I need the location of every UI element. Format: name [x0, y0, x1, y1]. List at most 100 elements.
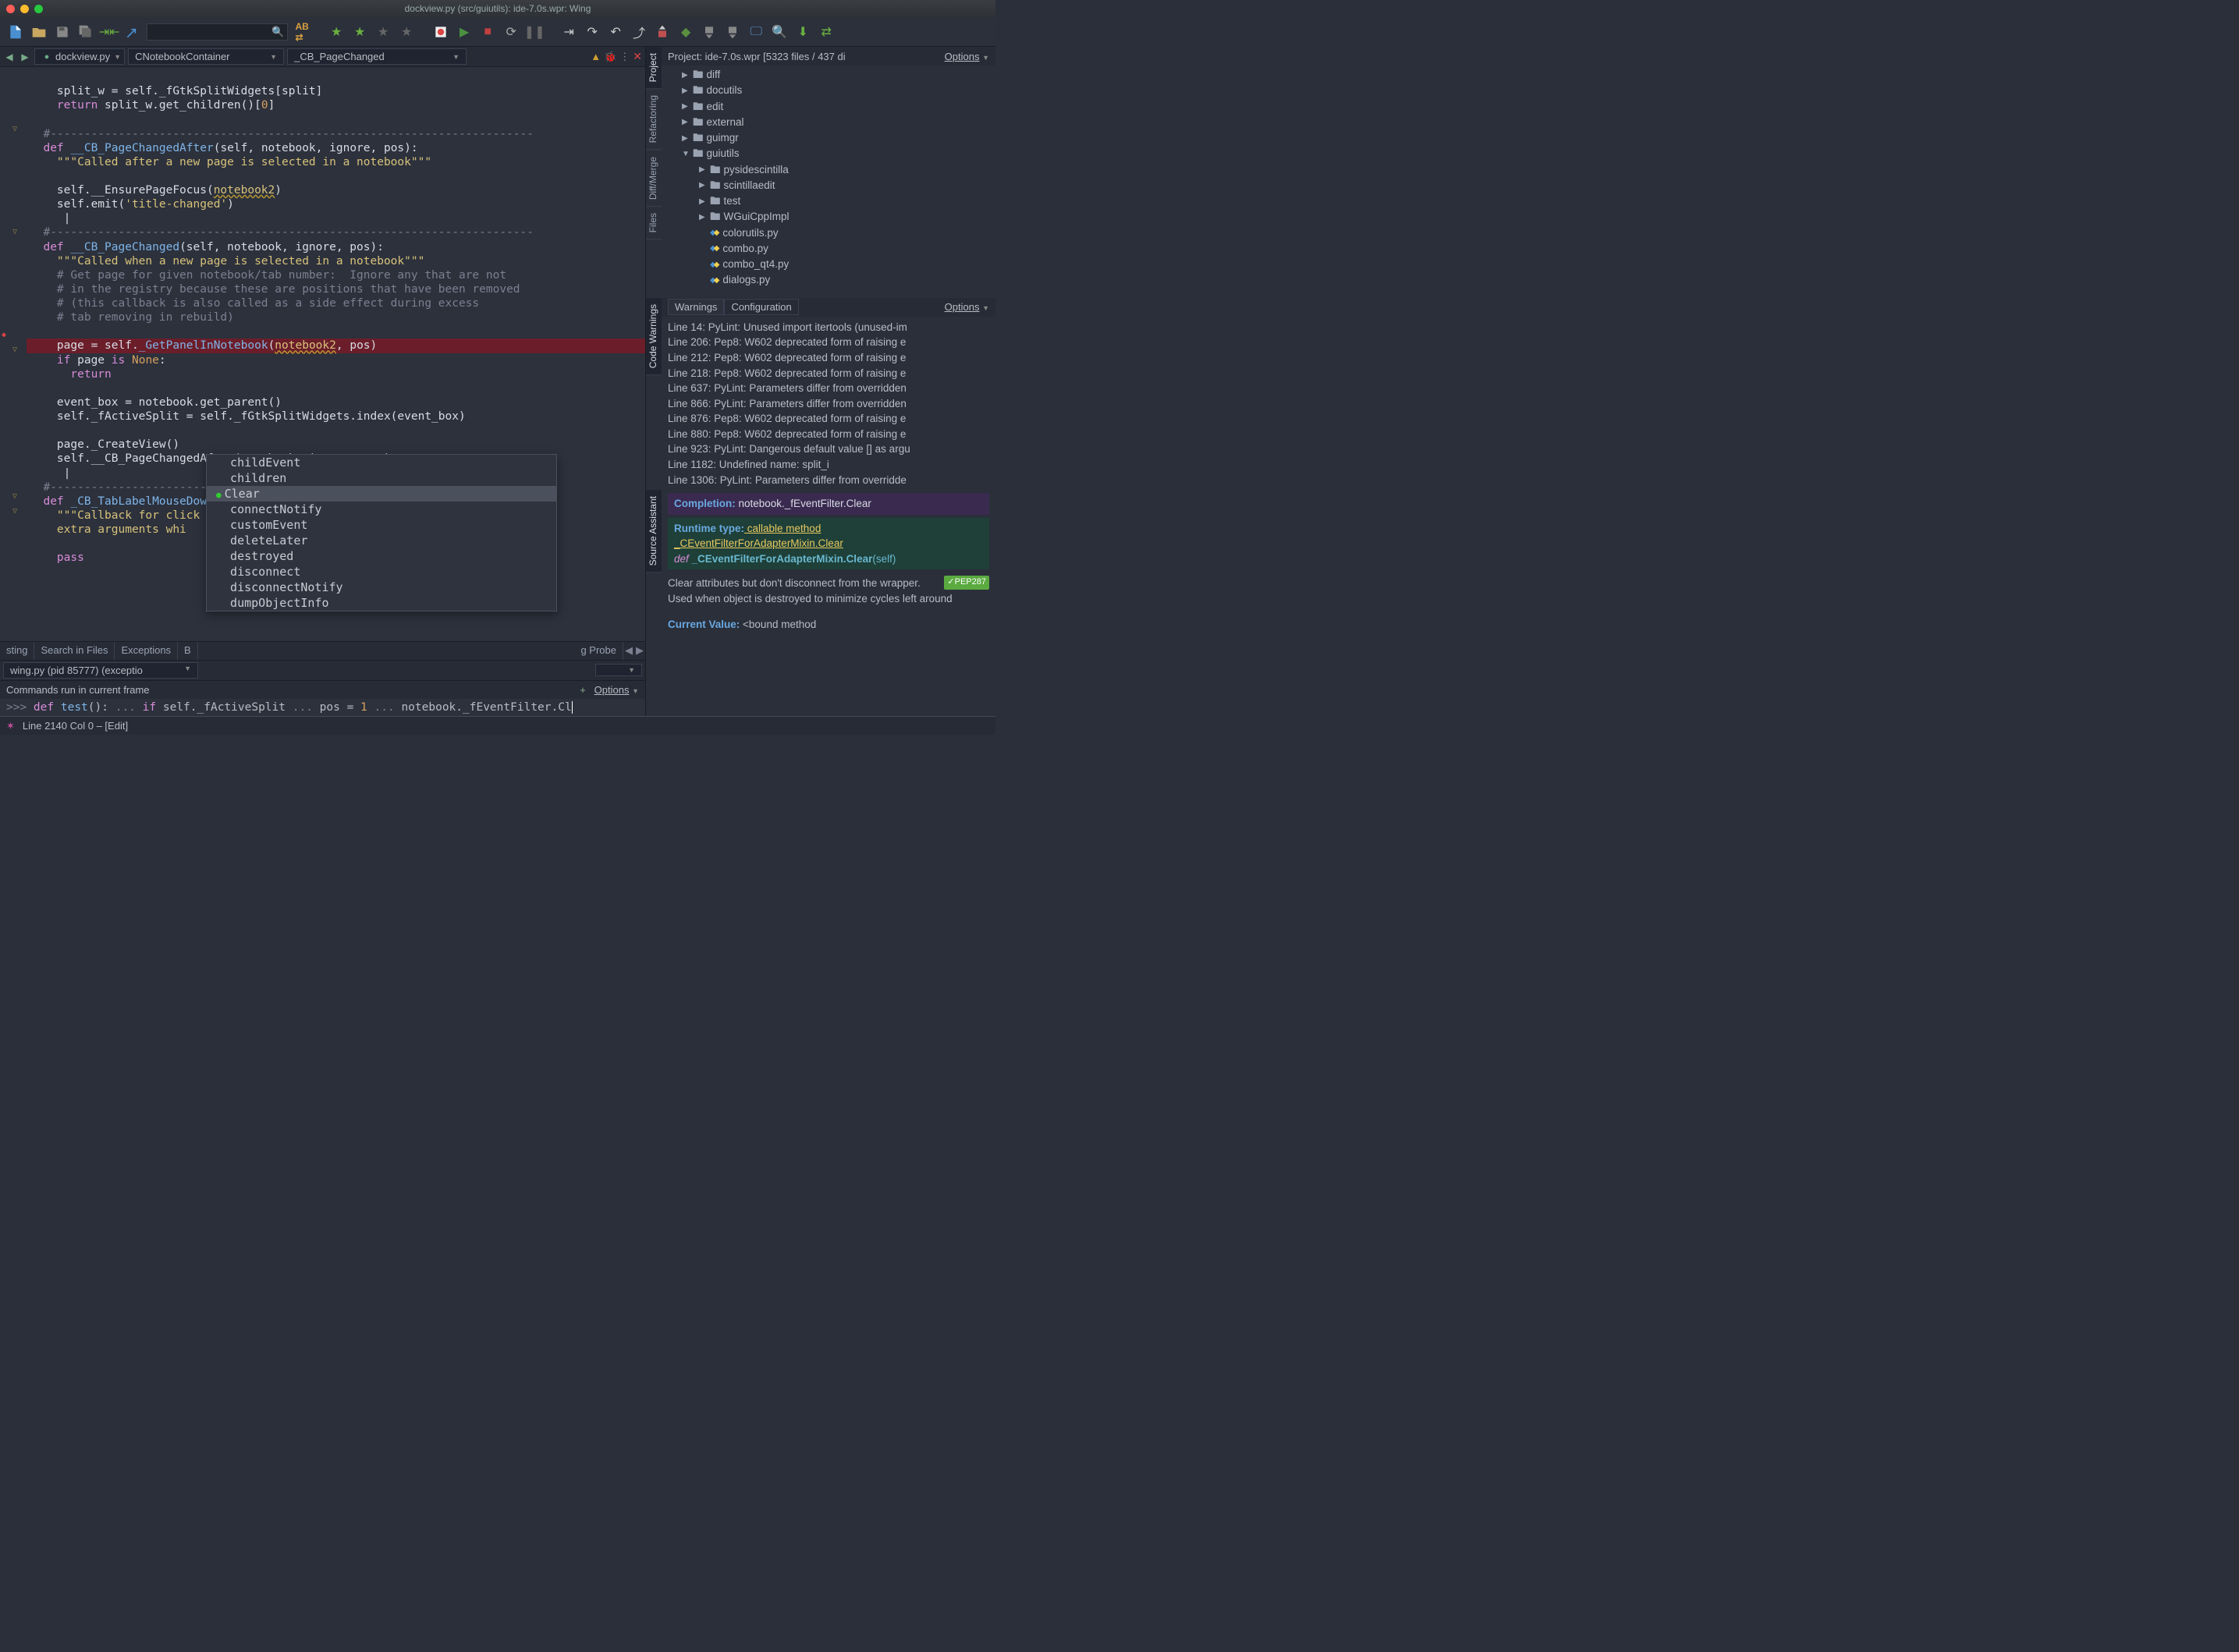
completion-item[interactable]: deleteLater	[207, 533, 556, 548]
vtab-code-warnings[interactable]: Code Warnings	[646, 298, 662, 375]
tab-exceptions[interactable]: Exceptions	[115, 642, 178, 660]
warning-item[interactable]: Line 212: Pep8: W602 deprecated form of …	[668, 350, 989, 366]
goto-icon[interactable]	[123, 23, 142, 41]
tree-item[interactable]: ◆colorutils.py	[668, 225, 989, 241]
warning-item[interactable]: Line 218: Pep8: W602 deprecated form of …	[668, 366, 989, 381]
chevron-down-icon[interactable]: ▼	[114, 53, 121, 61]
completion-item[interactable]: customEvent	[207, 517, 556, 533]
tree-item[interactable]: ◆combo_qt4.py	[668, 257, 989, 272]
vcs-diff-icon[interactable]: ◆	[676, 23, 695, 41]
vtab-diff-merge[interactable]: Diff/Merge	[646, 151, 662, 207]
warning-item[interactable]: Line 14: PyLint: Unused import itertools…	[668, 320, 989, 335]
debug-restart-icon[interactable]: ⟳	[502, 23, 520, 41]
tab-bookmarks[interactable]: B	[178, 642, 198, 660]
nav-fwd-icon[interactable]: ▶	[19, 51, 31, 62]
completion-item[interactable]: childEvent	[207, 455, 556, 470]
bug-icon[interactable]: 🐞	[604, 51, 616, 63]
bookmark-grey2-icon[interactable]: ★	[397, 23, 416, 41]
step-return-icon[interactable]: ⤴	[630, 23, 648, 41]
debug-shell[interactable]: >>> def test(): ... if self._fActiveSpli…	[0, 699, 645, 716]
vtab-files[interactable]: Files	[646, 207, 662, 239]
save-all-icon[interactable]	[76, 23, 95, 41]
warning-item[interactable]: Line 923: PyLint: Dangerous default valu…	[668, 441, 989, 457]
search-input[interactable]: 🔍	[147, 23, 288, 41]
open-file-icon[interactable]	[30, 23, 48, 41]
completion-item[interactable]: dumpObjectInfo	[207, 595, 556, 611]
file-tab[interactable]: ● dockview.py ▼	[34, 48, 125, 65]
find-icon[interactable]: 🔍	[770, 23, 789, 41]
tree-item[interactable]: ▼🖿guiutils	[668, 146, 989, 161]
bookmark-grey1-icon[interactable]: ★	[374, 23, 392, 41]
search-icon[interactable]: 🔍	[271, 26, 284, 38]
tab-configuration[interactable]: Configuration	[724, 299, 798, 315]
close-tab-icon[interactable]: ✕	[633, 50, 642, 63]
warning-item[interactable]: Line 1182: Undefined name: split_i	[668, 457, 989, 473]
runtime-type-link2[interactable]: _CEventFilterForAdapterMixin.Clear	[674, 537, 843, 549]
warning-icon[interactable]: ▲	[591, 51, 601, 62]
tab-search-in-files[interactable]: Search in Files	[34, 642, 115, 660]
save-icon[interactable]	[53, 23, 72, 41]
step-out-icon[interactable]: ↶	[606, 23, 625, 41]
warning-item[interactable]: Line 880: Pep8: W602 deprecated form of …	[668, 427, 989, 442]
download-icon[interactable]: ⬇	[793, 23, 812, 41]
sync-icon[interactable]: ⇄	[817, 23, 836, 41]
tree-item[interactable]: ▶🖿pysidescintilla	[668, 162, 989, 178]
tree-item[interactable]: ▶🖿external	[668, 115, 989, 130]
debug-stop-icon[interactable]: ■	[478, 23, 497, 41]
completion-item[interactable]: disconnect	[207, 564, 556, 580]
completion-item[interactable]: destroyed	[207, 548, 556, 564]
project-tree[interactable]: ▶🖿diff▶🖿docutils▶🖿edit▶🖿external▶🖿guimgr…	[662, 66, 995, 290]
tree-item[interactable]: ▶🖿guimgr	[668, 130, 989, 146]
completion-item[interactable]: connectNotify	[207, 502, 556, 517]
tab-scroll-left-icon[interactable]: ◀	[623, 642, 634, 660]
tab-scroll-right-icon[interactable]: ▶	[634, 642, 645, 660]
indent-icon[interactable]: ⇥⇤	[100, 23, 119, 41]
debug-run-icon[interactable]: ▶	[455, 23, 474, 41]
warnings-options-link[interactable]: Options	[945, 301, 980, 313]
runtime-type-link[interactable]: callable method	[744, 523, 821, 534]
shell-add-icon[interactable]: +	[580, 684, 586, 696]
tree-item[interactable]: ▶🖿diff	[668, 67, 989, 83]
vcs-down-icon[interactable]	[700, 23, 719, 41]
step-into-icon[interactable]: ⇥	[559, 23, 578, 41]
vtab-refactoring[interactable]: Refactoring	[646, 89, 662, 150]
warning-item[interactable]: Line 637: PyLint: Parameters differ from…	[668, 381, 989, 396]
breakpoint-icon[interactable]	[431, 23, 450, 41]
vcs-up-icon[interactable]	[653, 23, 672, 41]
tree-item[interactable]: ◆dialogs.py	[668, 272, 989, 288]
shell-options-link[interactable]: Options	[594, 684, 630, 696]
step-over-icon[interactable]: ↷	[583, 23, 601, 41]
scope-class-dropdown[interactable]: CNotebookContainer ▼	[128, 48, 284, 65]
vtab-source-assistant[interactable]: Source Assistant	[646, 490, 662, 573]
vcs-down2-icon[interactable]	[723, 23, 742, 41]
tab-warnings[interactable]: Warnings	[668, 299, 724, 315]
completion-item[interactable]: children	[207, 470, 556, 486]
completion-item[interactable]: disconnectNotify	[207, 580, 556, 595]
tree-item[interactable]: ▶🖿edit	[668, 99, 989, 115]
close-window-button[interactable]	[6, 5, 15, 13]
warnings-list[interactable]: Line 14: PyLint: Unused import itertools…	[662, 317, 995, 490]
minimize-window-button[interactable]	[20, 5, 29, 13]
options-icon[interactable]: ⋮	[619, 51, 630, 63]
scope-func-dropdown[interactable]: _CB_PageChanged ▼	[287, 48, 467, 65]
debug-frame-dropdown[interactable]: ▼	[595, 664, 642, 676]
tree-item[interactable]: ▶🖿docutils	[668, 83, 989, 98]
tree-item[interactable]: ▶🖿test	[668, 193, 989, 209]
new-file-icon[interactable]	[6, 23, 25, 41]
nav-back-icon[interactable]: ◀	[3, 51, 16, 62]
tree-item[interactable]: ▶🖿WGuiCppImpl	[668, 209, 989, 225]
bookmark-add-icon[interactable]: ★	[327, 23, 346, 41]
replace-icon[interactable]: AB⇄	[293, 23, 311, 41]
completion-item[interactable]: ●Clear	[207, 486, 556, 502]
tree-item[interactable]: ◆combo.py	[668, 241, 989, 257]
debug-process-dropdown[interactable]: wing.py (pid 85777) (exceptio ▼	[3, 662, 198, 679]
tab-testing[interactable]: sting	[0, 642, 34, 660]
zoom-window-button[interactable]	[34, 5, 43, 13]
warning-item[interactable]: Line 206: Pep8: W602 deprecated form of …	[668, 335, 989, 350]
warning-item[interactable]: Line 876: Pep8: W602 deprecated form of …	[668, 411, 989, 427]
monitor-icon[interactable]: 🖵	[747, 23, 765, 41]
warning-item[interactable]: Line 866: PyLint: Parameters differ from…	[668, 396, 989, 412]
tree-item[interactable]: ▶🖿scintillaedit	[668, 178, 989, 193]
warning-item[interactable]: Line 1306: PyLint: Parameters differ fro…	[668, 473, 989, 488]
project-options-link[interactable]: Options	[945, 51, 980, 62]
